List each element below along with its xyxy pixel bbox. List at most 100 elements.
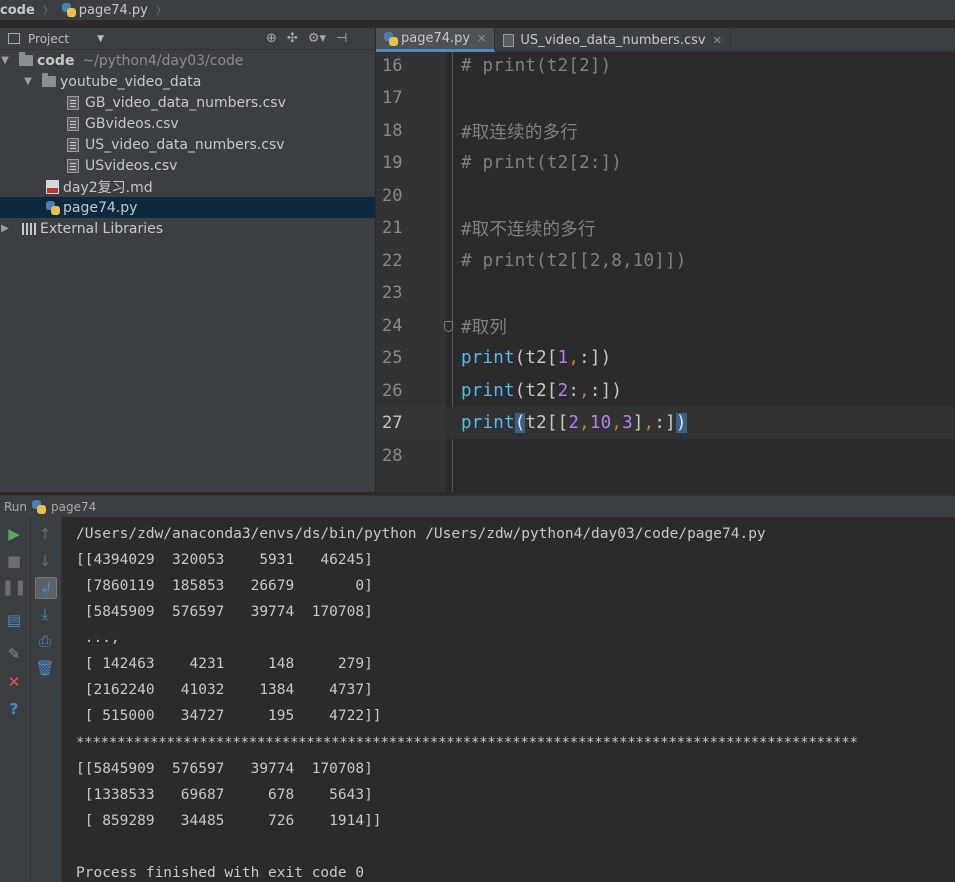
hide-panel-icon[interactable]: ⊣ <box>336 31 347 46</box>
up-arrow-icon[interactable]: ↑ <box>36 525 54 543</box>
close-tab-icon[interactable]: ✕ <box>713 34 722 47</box>
stop-icon[interactable]: ■ <box>5 552 23 570</box>
run-icon[interactable]: ▶ <box>5 525 23 543</box>
line-number: 27 <box>376 407 446 439</box>
breadcrumb-file-label: page74.py <box>78 2 148 18</box>
code-line[interactable]: 18 #取连续的多行 <box>376 115 955 147</box>
tree-item-youtube-folder[interactable]: ▼ youtube_video_data <box>0 71 375 92</box>
line-number: 22 <box>382 251 403 271</box>
tab-page74[interactable]: page74.py ✕ <box>376 28 496 52</box>
code-text-highlighted: print(t2[[2,10,3],:]) <box>461 413 687 433</box>
console-line: [[4394029 320053 5931 46245] <box>76 552 373 568</box>
navigation-bar: code 〉 page74.py 〉 <box>0 0 955 20</box>
breadcrumb-file[interactable]: page74.py <box>56 3 154 18</box>
python-file-icon <box>61 3 76 17</box>
code-line-current[interactable]: 27 print(t2[[2,10,3],:]) <box>376 407 955 439</box>
project-panel-title[interactable]: Project <box>28 32 69 46</box>
close-tab-icon[interactable]: ✕ <box>477 32 486 45</box>
console-line: [2162240 41032 1384 4737] <box>76 682 373 698</box>
line-number: 16 <box>382 56 403 76</box>
code-line[interactable]: 25 print(t2[1,:]) <box>376 342 955 374</box>
code-line[interactable]: 19 # print(t2[2:]) <box>376 147 955 179</box>
code-text: #取不连续的多行 <box>461 219 596 240</box>
console-line: ..., <box>76 630 120 646</box>
fold-marker-icon[interactable] <box>444 320 453 332</box>
csv-file-icon <box>67 137 79 152</box>
run-config-name[interactable]: page74 <box>51 500 96 514</box>
pause-icon[interactable]: ❚❚ <box>1 578 26 596</box>
line-number: 21 <box>382 218 403 238</box>
code-line[interactable]: 24 #取列 <box>376 310 955 342</box>
console-line: [ 859289 34485 726 1914]] <box>76 813 382 829</box>
tree-item-csv[interactable]: GB_video_data_numbers.csv <box>0 92 375 113</box>
trash-icon[interactable]: 🗑 <box>35 659 54 677</box>
tree-file-name: US_video_data_numbers.csv <box>85 136 285 153</box>
view-dropdown-icon[interactable]: ▼ <box>97 34 104 44</box>
down-arrow-icon[interactable]: ↓ <box>36 552 54 570</box>
tree-item-csv[interactable]: US_video_data_numbers.csv <box>0 134 375 155</box>
soft-wrap-icon[interactable]: ↲ <box>35 577 57 599</box>
tab-us-video-csv[interactable]: US_video_data_numbers.csv ✕ <box>495 28 731 52</box>
expand-arrow-icon[interactable]: ▼ <box>23 76 33 87</box>
tree-file-name: GBvideos.csv <box>85 115 179 132</box>
python-file-icon <box>32 499 47 514</box>
line-number: 19 <box>382 153 403 173</box>
collapse-all-icon[interactable]: ✣ <box>287 31 298 46</box>
tree-file-name: GB_video_data_numbers.csv <box>85 94 286 111</box>
expand-arrow-icon[interactable]: ▼ <box>0 55 10 66</box>
code-line[interactable]: 20 <box>376 180 955 212</box>
project-panel: Project ▼ ⊕ ✣ ⚙▾ ⊣ ▼ code ~/python4/day0… <box>0 28 375 492</box>
tree-file-name: USvideos.csv <box>85 157 178 174</box>
code-text: # print(t2[2:]) <box>461 153 623 173</box>
locate-file-icon[interactable]: ⊕ <box>266 31 277 46</box>
code-line[interactable]: 21 #取不连续的多行 <box>376 212 955 244</box>
project-view-icon <box>8 33 20 44</box>
tree-item-page74[interactable]: page74.py <box>0 197 375 218</box>
console-line: /Users/zdw/anaconda3/envs/ds/bin/python … <box>76 526 766 542</box>
line-number: 20 <box>382 186 403 206</box>
tree-file-name: day2复习.md <box>63 179 153 196</box>
tree-item-code-root[interactable]: ▼ code ~/python4/day03/code <box>0 50 375 71</box>
tree-external-label: External Libraries <box>40 220 163 237</box>
code-line[interactable]: 22 # print(t2[[2,8,10]]) <box>376 245 955 277</box>
tree-root-path: ~/python4/day03/code <box>82 52 244 69</box>
csv-file-icon <box>67 158 79 173</box>
console-line: [ 515000 34727 195 4722]] <box>76 708 382 724</box>
project-toolbar: ⊕ ✣ ⚙▾ ⊣ <box>266 31 347 46</box>
code-editor[interactable]: 16 # print(t2[2]) 17 18 #取连续的多行 19 # pri… <box>376 52 955 492</box>
close-icon[interactable]: ✕ <box>5 673 23 691</box>
pin-icon[interactable]: ✎ <box>5 645 23 663</box>
layout-icon[interactable]: ▤ <box>5 611 23 629</box>
tree-item-md[interactable]: day2复习.md <box>0 176 375 197</box>
python-file-icon <box>384 31 398 46</box>
markdown-file-icon <box>46 179 59 194</box>
tree-item-external-libraries[interactable]: ▶ External Libraries <box>0 218 375 239</box>
code-line[interactable]: 26 print(t2[2:,:]) <box>376 375 955 407</box>
print-icon[interactable]: ⎙ <box>36 632 54 650</box>
code-text: #取连续的多行 <box>461 122 578 143</box>
console-line: [[5845909 576597 39774 170708] <box>76 761 373 777</box>
tree-folder-name: youtube_video_data <box>60 73 202 90</box>
csv-file-icon <box>67 116 79 131</box>
code-line[interactable]: 23 <box>376 277 955 309</box>
code-line[interactable]: 28 <box>376 440 955 472</box>
tree-root-name: code <box>37 52 75 69</box>
settings-gear-icon[interactable]: ⚙▾ <box>308 31 326 46</box>
line-number: 18 <box>382 121 403 141</box>
tree-item-csv[interactable]: GBvideos.csv <box>0 113 375 134</box>
tree-item-csv[interactable]: USvideos.csv <box>0 155 375 176</box>
code-line[interactable]: 17 <box>376 82 955 114</box>
breadcrumb-separator: 〉 <box>42 4 54 17</box>
scroll-to-end-icon[interactable]: ⤓ <box>36 605 54 623</box>
run-console[interactable]: /Users/zdw/anaconda3/envs/ds/bin/python … <box>63 517 955 882</box>
run-label: Run <box>4 499 28 514</box>
help-icon[interactable]: ? <box>5 700 23 718</box>
python-file-icon <box>46 200 60 215</box>
console-line: [ 142463 4231 148 279] <box>76 656 373 672</box>
code-line[interactable]: 16 # print(t2[2]) <box>376 52 955 82</box>
folder-icon <box>19 52 33 66</box>
libraries-icon <box>22 222 37 235</box>
tab-label: US_video_data_numbers.csv <box>520 32 706 48</box>
breadcrumb-root[interactable]: code <box>0 3 41 18</box>
collapse-arrow-icon[interactable]: ▶ <box>0 223 10 234</box>
